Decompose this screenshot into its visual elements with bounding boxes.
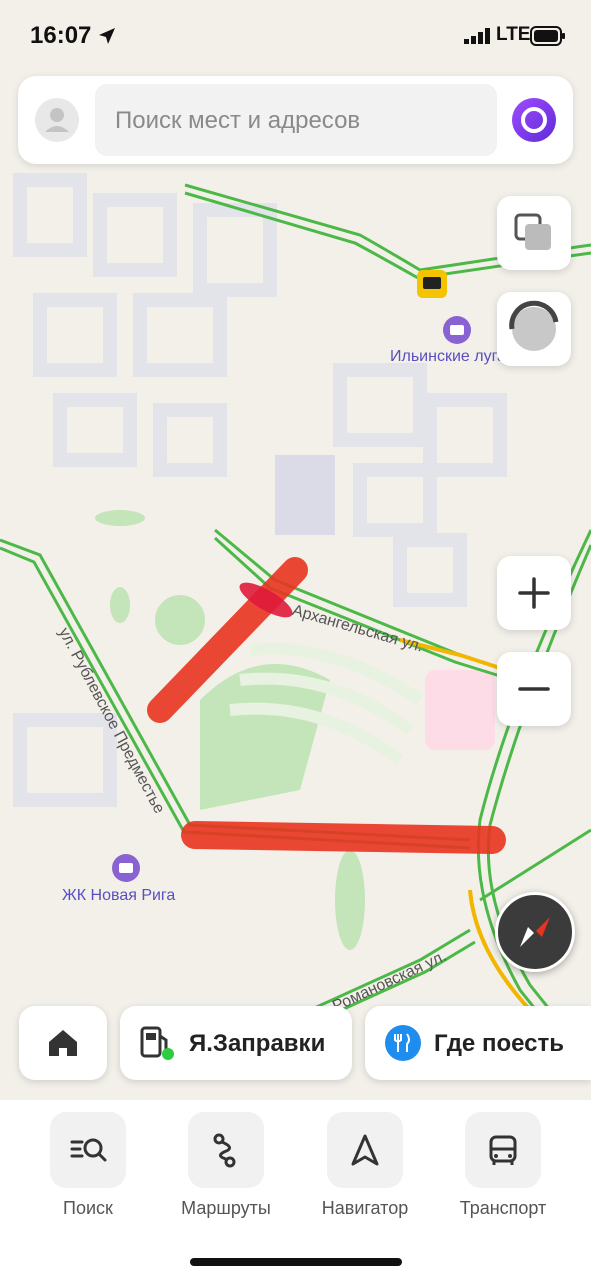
search-card: Поиск мест и адресов [18, 76, 573, 164]
food-chip[interactable]: Где поесть [365, 1006, 591, 1080]
user-icon [45, 108, 69, 132]
nav-search[interactable]: Поиск [23, 1112, 153, 1242]
alice-assistant-button[interactable] [512, 98, 556, 142]
network-type: LTE [496, 24, 531, 45]
zoom-in-button[interactable] [497, 556, 571, 630]
bottom-nav: Поиск Маршруты Навигатор Транспорт [0, 1100, 591, 1280]
map-mode-button[interactable] [497, 292, 571, 366]
home-chip[interactable] [19, 1006, 107, 1080]
plus-icon [518, 577, 550, 609]
search-list-icon [70, 1138, 107, 1162]
signal-icon [464, 28, 490, 44]
fuel-pump-icon [140, 1026, 174, 1060]
route-icon [213, 1133, 236, 1168]
compass-icon [520, 917, 550, 947]
layers-button[interactable] [497, 196, 571, 270]
navigator-arrow-icon [351, 1134, 379, 1166]
nav-transport-button[interactable] [465, 1112, 541, 1188]
fuel-chip-label: Я.Заправки [189, 1030, 326, 1057]
map-mode-icon [509, 300, 559, 351]
map-label-novaya-riga[interactable]: ЖК Новая Рига [62, 887, 175, 905]
map-label-ilinskie[interactable]: Ильинские луга [390, 348, 506, 366]
zoom-out-button[interactable] [497, 652, 571, 726]
layers-icon [514, 213, 551, 250]
battery-icon [530, 26, 565, 46]
nav-navigator-button[interactable] [327, 1112, 403, 1188]
fuel-chip[interactable]: Я.Заправки [120, 1006, 352, 1080]
location-arrow-icon [99, 28, 115, 44]
home-indicator[interactable] [190, 1258, 402, 1266]
nav-routes-label: Маршруты [181, 1198, 271, 1218]
nav-search-button[interactable] [50, 1112, 126, 1188]
fork-knife-icon [385, 1025, 421, 1061]
status-time: 16:07 [30, 22, 92, 49]
food-chip-label: Где поесть [434, 1030, 564, 1057]
status-bar: 16:07 LTE [0, 0, 591, 70]
nav-routes[interactable]: Маршруты [161, 1112, 291, 1242]
bus-icon [489, 1135, 517, 1165]
home-icon [49, 1030, 77, 1056]
nav-transport-label: Транспорт [459, 1198, 547, 1218]
nav-navigator[interactable]: Навигатор [300, 1112, 430, 1242]
nav-routes-button[interactable] [188, 1112, 264, 1188]
minus-icon [518, 687, 550, 691]
nav-search-label: Поиск [63, 1198, 113, 1218]
search-input[interactable]: Поиск мест и адресов [95, 84, 497, 156]
nav-transport[interactable]: Транспорт [438, 1112, 568, 1242]
compass-button[interactable] [495, 892, 575, 972]
alice-icon [521, 107, 547, 133]
search-placeholder: Поиск мест и адресов [115, 107, 361, 134]
profile-avatar[interactable] [35, 98, 79, 142]
nav-navigator-label: Навигатор [321, 1198, 409, 1218]
